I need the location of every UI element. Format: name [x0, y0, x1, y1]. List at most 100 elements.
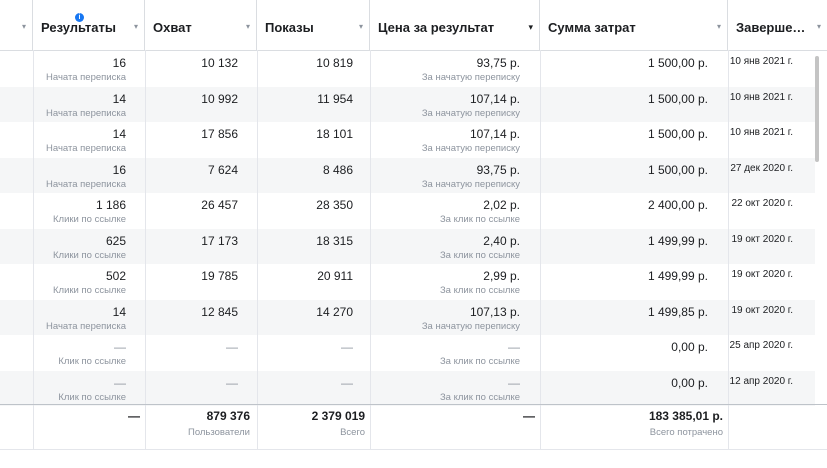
cell-ends: 19 окт 2020 г. [731, 233, 793, 245]
column-header-impressions[interactable]: Показы ▾ [257, 0, 370, 50]
cell-cpr-label: За клик по ссылке [439, 249, 520, 261]
cell-cpr-label: За начатую переписку [421, 107, 520, 119]
horizontal-scrollbar[interactable] [0, 449, 827, 468]
cell-spend: 1 499,85 р. [647, 304, 708, 319]
table-row[interactable]: 14 Начата переписка 17 856 18 101 107,14 р. З… [0, 122, 815, 158]
column-header-label: Показы [265, 20, 314, 35]
cell-results-label: Начата переписка [46, 143, 126, 154]
cell-ends: 25 апр 2020 г. [729, 340, 793, 351]
table-row[interactable]: 14 Начата переписка 10 992 11 954 107,14 р. З… [0, 86, 815, 122]
total-cost-per-result: — [523, 409, 535, 423]
cell-reach: 17 173 [201, 233, 238, 248]
cell-cpr: 93,75 р. [476, 162, 520, 177]
column-divider [257, 50, 258, 450]
table-row[interactable]: 16 Начата переписка 7 624 8 486 93,75 р. За н… [0, 157, 815, 193]
sort-caret-icon[interactable]: ▾ [22, 22, 26, 31]
cell-cpr: — [508, 340, 520, 354]
column-header-reach[interactable]: Охват ▾ [145, 0, 257, 50]
column-divider [370, 50, 371, 450]
cell-results: 16 [112, 56, 126, 70]
cell-impressions: 28 350 [316, 198, 353, 212]
cell-spend: 0,00 р. [671, 340, 708, 354]
cell-cpr-label: За начатую переписку [421, 72, 520, 83]
cell-results-label: Клик по ссылке [58, 356, 126, 367]
cell-results: 1 186 [95, 198, 126, 212]
table-row[interactable]: 14 Начата переписка 12 845 14 270 107,13 р. З… [0, 299, 815, 335]
cell-spend: 1 499,99 р. [647, 233, 708, 248]
cell-cpr: 107,14 р. [469, 127, 520, 141]
cell-ends: 12 апр 2020 г. [729, 375, 793, 387]
cell-cpr-label: За клик по ссылке [439, 391, 520, 403]
table-row[interactable]: — Клик по ссылке — — — За клик по ссылке 0,00 … [0, 335, 815, 371]
scrollbar-thumb[interactable] [815, 56, 819, 162]
column-header-label: Цена за результат [378, 20, 495, 35]
sort-caret-icon[interactable]: ▾ [246, 22, 250, 31]
cell-reach: 12 845 [201, 304, 238, 319]
cell-spend: 0,00 р. [671, 375, 708, 390]
column-header-cost-per-result[interactable]: Цена за результат ▾ [370, 0, 540, 50]
cell-cpr: 107,13 р. [469, 304, 520, 319]
cell-spend: 1 500,00 р. [647, 127, 708, 141]
cell-spend: 1 499,99 р. [647, 269, 708, 283]
total-reach-label: Пользователи [187, 427, 250, 438]
cell-reach: 17 856 [201, 127, 238, 141]
column-header-0[interactable]: ▾ [0, 0, 33, 50]
cell-cpr-label: За клик по ссылке [439, 285, 520, 296]
sort-caret-icon[interactable]: ▾ [717, 22, 721, 31]
cell-ends: 19 окт 2020 г. [731, 304, 793, 316]
cell-results: 14 [112, 304, 126, 319]
column-header-ends[interactable]: Заверше… ▾ [728, 0, 827, 50]
total-results: — [128, 409, 140, 423]
cell-impressions: 10 819 [316, 56, 353, 70]
cell-cpr: — [508, 375, 520, 390]
cell-cpr-label: За клик по ссылке [439, 356, 520, 367]
cell-impressions: 11 954 [317, 91, 353, 106]
table-row[interactable]: 625 Клики по ссылке 17 173 18 315 2,40 р. За … [0, 228, 815, 264]
table-row[interactable]: — Клик по ссылке — — — За клик по ссылке 0,00 … [0, 370, 815, 406]
cell-cpr: 2,02 р. [483, 198, 520, 212]
table-row[interactable]: 1 186 Клики по ссылке 26 457 28 350 2,02 р. З… [0, 193, 815, 229]
column-divider [728, 50, 729, 450]
column-header-amount-spent[interactable]: Сумма затрат ▾ [540, 0, 728, 50]
cell-reach: 7 624 [207, 162, 238, 177]
total-reach: 879 376 [206, 409, 250, 423]
cell-cpr: 107,14 р. [469, 91, 520, 106]
sort-caret-icon[interactable]: ▾ [359, 22, 363, 31]
cell-cpr-label: За начатую переписку [421, 178, 520, 190]
sort-caret-icon[interactable]: ▾ [134, 22, 138, 31]
cell-spend: 1 500,00 р. [647, 91, 708, 106]
total-amount-spent: 183 385,01 р. [648, 409, 723, 423]
cell-results-label: Начата переписка [46, 107, 126, 119]
table-row[interactable]: 502 Клики по ссылке 19 785 20 911 2,99 р. За … [0, 264, 815, 300]
cell-cpr: 2,40 р. [483, 233, 520, 248]
cell-results-label: Начата переписка [46, 72, 126, 83]
cell-cpr: 93,75 р. [476, 56, 520, 70]
column-header-results[interactable]: i Результаты ▾ [33, 0, 145, 50]
cell-reach: 10 992 [201, 91, 238, 106]
cell-impressions: 18 315 [316, 233, 353, 248]
total-impressions: 2 379 019 [311, 409, 365, 423]
sort-caret-icon[interactable]: ▾ [528, 22, 533, 33]
column-header-label: Охват [153, 20, 192, 35]
cell-cpr: 2,99 р. [483, 269, 520, 283]
table-row[interactable]: 16 Начата переписка 10 132 10 819 93,75 р. За… [0, 51, 815, 87]
column-header-label: Заверше… [736, 20, 806, 35]
cell-impressions: — [341, 375, 353, 390]
cell-ends: 10 янв 2021 г. [729, 127, 793, 138]
column-divider [145, 50, 146, 450]
cell-spend: 1 500,00 р. [647, 56, 708, 70]
cell-reach: 10 132 [201, 56, 238, 70]
cell-cpr-label: За начатую переписку [421, 320, 520, 332]
cell-impressions: 18 101 [316, 127, 353, 141]
cell-reach: — [226, 340, 238, 354]
total-impressions-label: Всего [340, 427, 365, 438]
totals-divider [0, 404, 827, 405]
cell-impressions: 20 911 [317, 269, 353, 283]
column-divider [540, 50, 541, 450]
cell-ends: 19 окт 2020 г. [731, 269, 793, 280]
cell-results: — [114, 340, 126, 354]
cell-results: 14 [112, 127, 126, 141]
column-header-label: Результаты [41, 20, 116, 35]
sort-caret-icon[interactable]: ▾ [817, 22, 821, 31]
cell-reach: 19 785 [201, 269, 238, 283]
